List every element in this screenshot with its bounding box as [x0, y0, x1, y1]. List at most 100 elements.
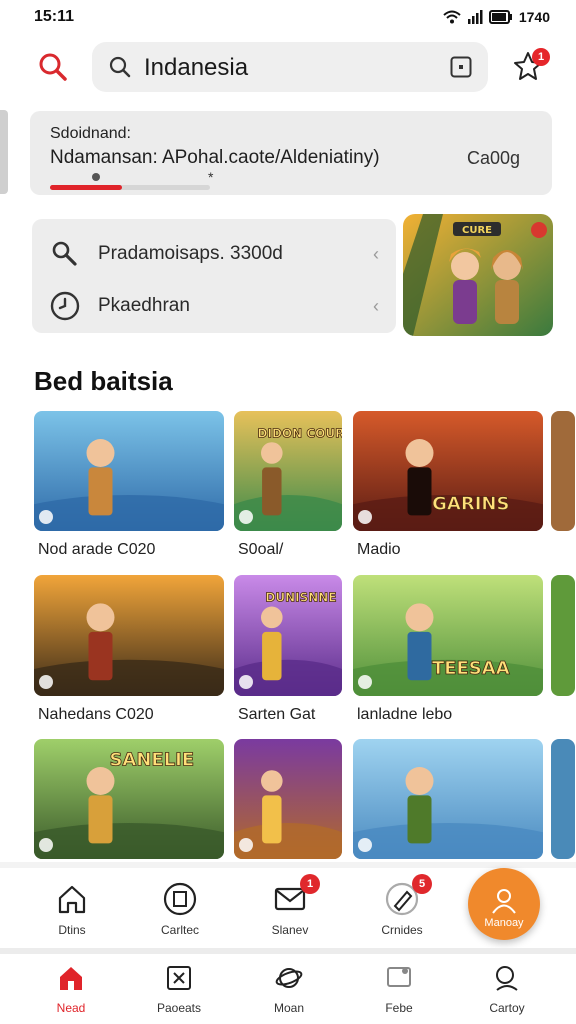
summary-line: Ndamansan: APohal.caote/Aldeniatiny): [50, 147, 380, 168]
status-battery: 1740: [518, 9, 550, 25]
game-artwork: DUNISNNE: [234, 575, 342, 696]
summary-status: Ca00g: [466, 148, 520, 168]
nav-label: Dtins: [58, 923, 86, 937]
nav-label: Slanev: [271, 923, 309, 937]
tab-account[interactable]: Cartoy: [462, 964, 552, 1015]
fab-label: Manoay: [484, 917, 524, 929]
summary-progress: [50, 185, 210, 190]
search-button[interactable]: [36, 50, 70, 84]
monitor-icon: [387, 967, 411, 987]
tab-febe[interactable]: Febe: [354, 964, 444, 1015]
nav-cart[interactable]: Carltec: [150, 882, 210, 937]
grid-icon: [167, 966, 191, 990]
nav-messages[interactable]: Slanev 1: [260, 874, 320, 937]
nav-home[interactable]: Dtins: [42, 882, 102, 937]
profile-fab[interactable]: Manoay: [468, 868, 540, 940]
search-query: Indanesia: [144, 54, 249, 81]
tab-label: Febe: [385, 1001, 413, 1015]
game-artwork: [234, 739, 342, 859]
game-artwork: [34, 575, 224, 696]
game-artwork: SANELIE: [34, 739, 224, 859]
chevron-icon: ‹: [373, 295, 379, 316]
game-tile[interactable]: [34, 411, 224, 531]
nav-badge: 5: [412, 874, 432, 894]
promo-artwork: CURE: [403, 214, 553, 336]
game-artwork: [353, 739, 543, 859]
home-icon: [58, 885, 86, 914]
tab-label: Paoeats: [156, 1001, 202, 1015]
chevron-icon: ‹: [373, 243, 379, 264]
game-tile[interactable]: [234, 739, 342, 859]
promo-banner[interactable]: CURE: [403, 214, 553, 336]
notification-badge: 1: [532, 48, 550, 66]
wifi-icon: [443, 10, 461, 24]
game-overlay-text: TEESAA: [432, 658, 510, 679]
tab-products[interactable]: Paoeats: [134, 964, 224, 1015]
game-tile-caption: Madio: [357, 541, 401, 558]
game-artwork: GARINS: [353, 411, 543, 531]
scan-icon[interactable]: [450, 56, 472, 78]
tab-moan[interactable]: Moan: [244, 964, 334, 1015]
note-icon: [163, 882, 197, 916]
quick-links-card: Pradamoisaps. 3300d ‹ Pkaedhran ‹: [32, 219, 396, 333]
game-tile[interactable]: SANELIE: [34, 739, 224, 859]
game-artwork: [34, 411, 224, 531]
status-time: 15:11: [34, 8, 75, 25]
home-icon: [60, 967, 82, 990]
game-tile[interactable]: [34, 575, 224, 696]
signal-icon: [467, 10, 483, 24]
search-icon: [109, 56, 131, 78]
game-tile-caption: lanladne lebo: [357, 706, 453, 723]
game-tile-partial[interactable]: [551, 739, 575, 859]
notifications-button[interactable]: 1: [510, 48, 550, 88]
summary-mark: *: [208, 169, 214, 185]
status-bar: 15:11 1740: [0, 0, 576, 34]
battery-icon: [488, 10, 512, 24]
status-icons: 1740: [443, 9, 550, 25]
summary-progress-fill: [50, 185, 122, 190]
summary-dot: [92, 173, 100, 181]
game-overlay-text: SANELIE: [109, 749, 194, 770]
game-tile[interactable]: DUNISNNE: [234, 575, 342, 696]
promo-text: CURE: [462, 225, 492, 236]
game-artwork: DIDON COUR: [234, 411, 342, 531]
game-tile-caption: Nahedans C020: [38, 706, 154, 723]
game-tile[interactable]: [353, 739, 543, 859]
tab-label: Nead: [56, 1001, 86, 1015]
game-tile[interactable]: DIDON COUR: [234, 411, 342, 531]
summary-label: Sdoidnand:: [50, 125, 131, 142]
summary-card[interactable]: Sdoidnand: Ndamansan: APohal.caote/Alden…: [30, 111, 552, 195]
quick-link-row[interactable]: Pkaedhran ‹: [32, 281, 396, 331]
quick-link-label: Pradamoisaps. 3300d: [98, 243, 283, 264]
section-title: Bed baitsia: [34, 366, 173, 396]
clock-icon: [50, 291, 80, 321]
tab-label: Cartoy: [489, 1001, 525, 1015]
quick-link-row[interactable]: Pradamoisaps. 3300d ‹: [32, 229, 396, 279]
search-icon: [39, 53, 67, 81]
scroll-edge: [0, 110, 8, 194]
game-overlay-text: DUNISNNE: [265, 591, 336, 605]
search-icon: [52, 241, 77, 266]
game-tile[interactable]: TEESAA: [353, 575, 543, 696]
nav-label: Crnides: [381, 923, 423, 937]
game-tile-partial[interactable]: [551, 411, 575, 531]
nav-label: Carltec: [160, 923, 199, 937]
top-bar: Indanesia 1: [0, 38, 576, 98]
game-artwork: TEESAA: [353, 575, 543, 696]
game-tile[interactable]: GARINS: [353, 411, 543, 531]
game-tile-partial[interactable]: [551, 575, 575, 696]
game-tile-caption: Nod arade C020: [38, 541, 156, 558]
game-overlay-text: DIDON COUR: [258, 426, 342, 440]
nav-orders[interactable]: Crnides 5: [372, 874, 432, 937]
nav-badge: 1: [300, 874, 320, 894]
tab-bar: Nead Paoeats Moan Febe Cartoy: [0, 954, 576, 1024]
tab-home[interactable]: Nead: [26, 964, 116, 1015]
user-icon: [492, 889, 516, 914]
search-icon: [496, 966, 518, 991]
planet-icon: [275, 968, 303, 988]
game-overlay-text: GARINS: [432, 493, 509, 514]
tab-label: Moan: [273, 1001, 305, 1015]
quick-link-label: Pkaedhran: [98, 295, 190, 316]
search-input[interactable]: Indanesia: [92, 42, 488, 92]
game-tile-caption: S0oal/: [238, 541, 284, 558]
